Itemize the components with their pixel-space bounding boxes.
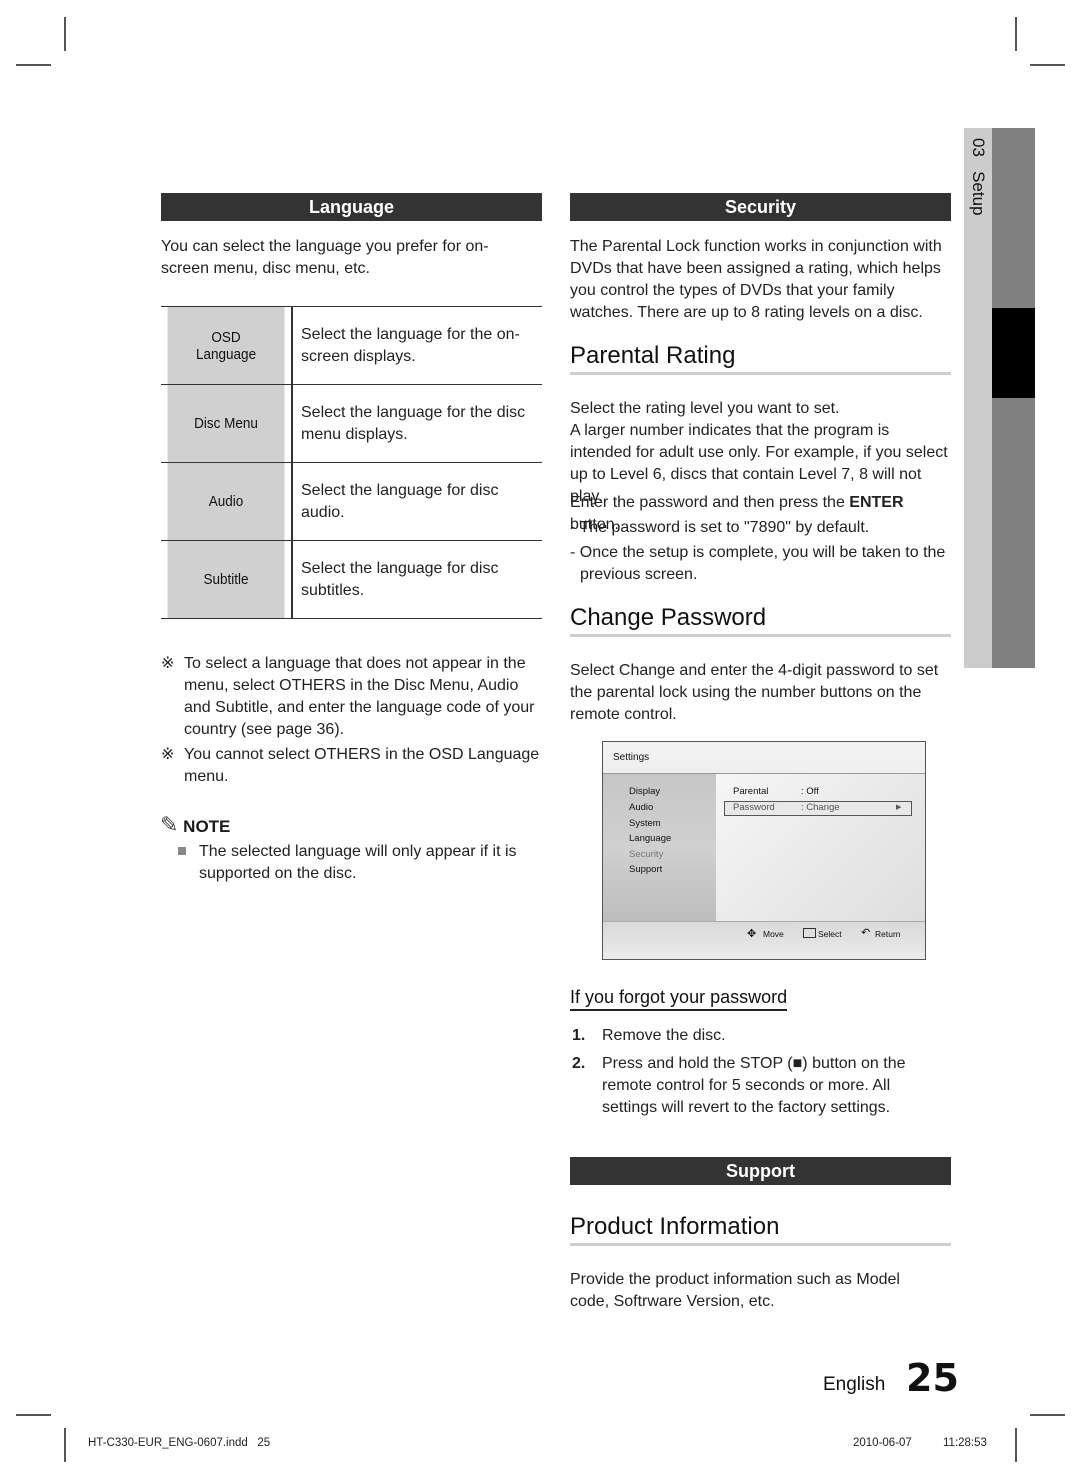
bullet-return-screen: - Once the setup is complete, you will b… xyxy=(570,544,946,583)
language-heading: Language xyxy=(161,193,542,221)
print-time: 11:28:53 xyxy=(943,1437,987,1449)
menu-item-language[interactable]: Language xyxy=(629,833,671,844)
return-icon: ↶ xyxy=(861,927,871,939)
menu-item-display[interactable]: Display xyxy=(629,786,660,797)
crop-mark xyxy=(64,1428,66,1462)
arrow-right-icon: ▶ xyxy=(896,804,902,811)
change-password-text: Select Change and enter the 4-digit pass… xyxy=(570,660,945,726)
crop-mark xyxy=(1015,1428,1017,1462)
reference-mark-icon: ※ xyxy=(161,655,175,672)
select-icon xyxy=(803,928,816,938)
table-key: Subtitle xyxy=(167,540,287,619)
square-bullet-icon xyxy=(178,847,186,855)
text: Select xyxy=(570,662,619,679)
return-label: Return xyxy=(875,929,901,939)
reference-note: To select a language that does not appea… xyxy=(184,655,535,738)
forgot-password-title: If you forgot your password xyxy=(570,987,788,1011)
move-label: Move xyxy=(763,929,784,939)
table-key: Disc Menu xyxy=(167,384,287,463)
menu-item-system[interactable]: System xyxy=(629,818,661,829)
change-password-title: Change Password xyxy=(570,604,951,637)
bullet-default-password: - The password is set to "7890" by defau… xyxy=(570,519,870,536)
table-row: Subtitle Select the language for disc su… xyxy=(161,540,542,619)
step-number: 1. xyxy=(572,1027,586,1044)
language-table: OSD Language Select the language for the… xyxy=(161,306,542,619)
move-icon: ✥ xyxy=(747,928,757,940)
table-row: OSD Language Select the language for the… xyxy=(161,306,542,385)
reference-mark-icon: ※ xyxy=(161,746,175,763)
crop-mark xyxy=(16,64,51,66)
table-row: Disc Menu Select the language for the di… xyxy=(161,384,542,463)
menu-item-security[interactable]: Security xyxy=(629,849,663,860)
table-value: Select the language for disc audio. xyxy=(292,462,542,541)
menu-item-support[interactable]: Support xyxy=(629,864,662,875)
note-text: The selected language will only appear i… xyxy=(199,843,517,882)
language-intro: You can select the language you prefer f… xyxy=(161,238,489,277)
chapter-section: Setup xyxy=(969,171,988,216)
row-parental-value: : Off xyxy=(801,786,819,797)
pencil-icon: ✎ xyxy=(160,812,179,837)
page-number: 25 xyxy=(906,1356,959,1400)
step-text: Press and hold the STOP (■) button on th… xyxy=(602,1053,932,1119)
note-label: NOTE xyxy=(183,817,231,836)
parental-rating-title: Parental Rating xyxy=(570,342,951,375)
print-date: 2010-06-07 xyxy=(853,1437,912,1449)
support-heading: Support xyxy=(570,1157,951,1185)
table-row: Audio Select the language for disc audio… xyxy=(161,462,542,541)
step-number: 2. xyxy=(572,1055,586,1072)
chapter-label: 03 Setup xyxy=(968,138,988,216)
row-parental-label[interactable]: Parental xyxy=(733,786,768,797)
row-password-value: : Change xyxy=(801,802,840,813)
select-label: Select xyxy=(818,929,842,939)
change-label: Change xyxy=(618,662,675,679)
settings-screen: Settings Display Audio System Language S… xyxy=(602,741,926,960)
step-text: Remove the disc. xyxy=(602,1027,726,1044)
settings-footer: ✥ Move Select ↶ Return xyxy=(603,921,925,959)
enter-key-label: ENTER xyxy=(849,494,904,511)
footer-language: English xyxy=(823,1374,886,1395)
text: Enter the password and then press the xyxy=(570,494,850,511)
crop-mark xyxy=(1030,1414,1065,1416)
security-heading: Security xyxy=(570,193,951,221)
table-value: Select the language for disc subtitles. xyxy=(292,540,542,619)
chapter-number: 03 xyxy=(969,138,988,157)
menu-item-audio[interactable]: Audio xyxy=(629,802,653,813)
crop-mark xyxy=(64,17,66,51)
table-value: Select the language for the disc menu di… xyxy=(292,384,542,463)
crop-mark xyxy=(16,1414,51,1416)
table-key: OSD Language xyxy=(167,306,287,385)
stop-key-label: STOP xyxy=(739,1055,783,1072)
product-information-title: Product Information xyxy=(570,1213,951,1246)
text: Press and hold the xyxy=(602,1055,740,1072)
note-header: ✎ NOTE xyxy=(160,812,230,838)
product-information-text: Provide the product information such as … xyxy=(570,1271,900,1310)
table-key: Audio xyxy=(167,462,287,541)
settings-menu: Display Audio System Language Security S… xyxy=(603,774,716,921)
security-intro: The Parental Lock function works in conj… xyxy=(570,238,942,321)
row-password-label[interactable]: Password xyxy=(733,802,775,813)
chapter-tab-marker xyxy=(992,308,1035,398)
chapter-tab-bar xyxy=(992,128,1035,668)
crop-mark xyxy=(1015,17,1017,51)
parental-rating-p1: Select the rating level you want to set. xyxy=(570,400,840,417)
reference-note: You cannot select OTHERS in the OSD Lang… xyxy=(184,746,540,785)
settings-title: Settings xyxy=(613,752,650,763)
file-info: HT-C330-EUR_ENG-0607.indd 25 xyxy=(88,1437,271,1449)
table-value: Select the language for the on-screen di… xyxy=(292,306,542,385)
crop-mark xyxy=(1030,64,1065,66)
